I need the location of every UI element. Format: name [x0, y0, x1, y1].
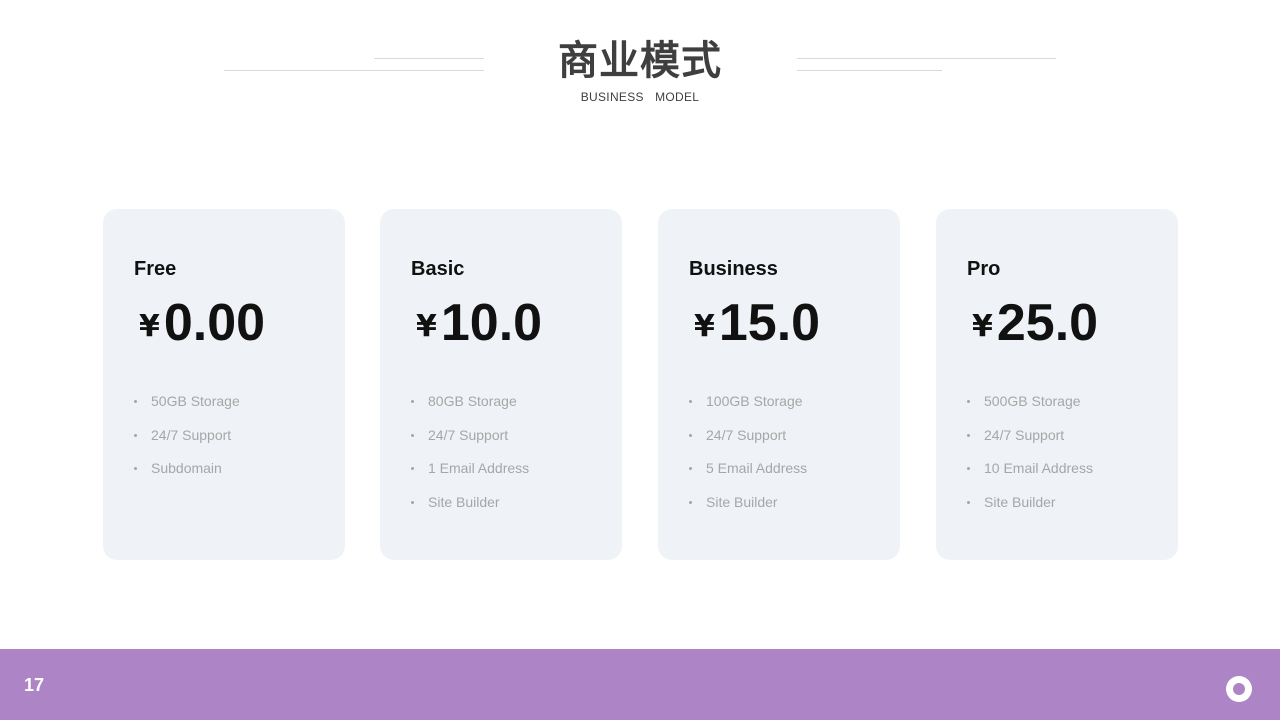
bullet-icon — [134, 467, 137, 471]
bullet-icon — [967, 501, 970, 505]
bullet-icon — [411, 501, 414, 505]
plan-price: ¥10.0 — [416, 293, 542, 353]
feature-label: 24/7 Support — [151, 426, 232, 443]
feature-item: 24/7 Support — [966, 425, 1093, 459]
feature-list: 80GB Storage 24/7 Support 1 Email Addres… — [410, 391, 529, 526]
feature-label: 1 Email Address — [428, 460, 530, 477]
feature-item: Subdomain — [133, 458, 240, 492]
price-amount: 15.0 — [718, 294, 821, 352]
bullet-icon — [689, 433, 692, 437]
bullet-icon — [967, 400, 970, 403]
feature-label: 10 Email Address — [984, 460, 1093, 477]
price-amount: 25.0 — [996, 294, 1099, 352]
feature-label: Site Builder — [984, 494, 1056, 511]
bullet-icon — [689, 400, 692, 403]
feature-list: 100GB Storage 24/7 Support 5 Email Addre… — [688, 391, 807, 526]
feature-label: 80GB Storage — [428, 393, 517, 409]
feature-item: 24/7 Support — [410, 425, 529, 459]
feature-item: 100GB Storage — [688, 391, 807, 425]
bullet-icon — [967, 467, 970, 471]
currency-symbol: ¥ — [694, 309, 715, 344]
plan-name: Free — [134, 258, 177, 280]
feature-label: 500GB Storage — [984, 393, 1081, 409]
plan-price: ¥0.00 — [139, 293, 265, 353]
slide: 商业模式 BUSINESS MODEL Free ¥0.00 50GB Stor… — [0, 0, 1280, 720]
feature-item: 80GB Storage — [410, 391, 529, 425]
feature-label: 5 Email Address — [706, 460, 808, 477]
bullet-icon — [134, 400, 137, 403]
feature-label: 50GB Storage — [151, 393, 240, 409]
pricing-card-free[interactable]: Free ¥0.00 50GB Storage 24/7 Support Sub… — [103, 209, 345, 560]
price-amount: 0.00 — [163, 294, 266, 352]
feature-item: Site Builder — [410, 492, 529, 526]
feature-item: 1 Email Address — [410, 458, 529, 492]
price-amount: 10.0 — [440, 294, 543, 352]
page-number: 17 — [24, 675, 45, 695]
currency-symbol: ¥ — [139, 309, 160, 344]
feature-label: 24/7 Support — [706, 426, 787, 443]
feature-label: Site Builder — [428, 494, 500, 511]
bullet-icon — [134, 433, 137, 437]
pricing-card-pro[interactable]: Pro ¥25.0 500GB Storage 24/7 Support 10 … — [936, 209, 1178, 560]
feature-item: Site Builder — [688, 492, 807, 526]
bullet-icon — [411, 400, 414, 403]
bullet-icon — [411, 467, 414, 471]
feature-label: Site Builder — [706, 494, 778, 511]
footer-bar: 17 — [0, 649, 1280, 720]
feature-list: 50GB Storage 24/7 Support Subdomain — [133, 391, 240, 492]
page-subtitle: BUSINESS MODEL — [580, 90, 700, 104]
pricing-card-basic[interactable]: Basic ¥10.0 80GB Storage 24/7 Support 1 … — [380, 209, 622, 560]
feature-item: 50GB Storage — [133, 391, 240, 425]
bullet-icon — [411, 433, 414, 437]
feature-label: Subdomain — [151, 460, 222, 477]
feature-list: 500GB Storage 24/7 Support 10 Email Addr… — [966, 391, 1093, 526]
feature-item: 24/7 Support — [133, 425, 240, 459]
pricing-card-business[interactable]: Business ¥15.0 100GB Storage 24/7 Suppor… — [658, 209, 900, 560]
feature-item: 500GB Storage — [966, 391, 1093, 425]
ring-icon — [1226, 676, 1252, 702]
bullet-icon — [967, 433, 970, 437]
plan-price: ¥15.0 — [694, 293, 820, 353]
plan-price: ¥25.0 — [972, 293, 1098, 353]
currency-symbol: ¥ — [972, 309, 993, 344]
feature-item: 24/7 Support — [688, 425, 807, 459]
feature-item: 5 Email Address — [688, 458, 807, 492]
feature-label: 100GB Storage — [706, 393, 803, 409]
currency-symbol: ¥ — [416, 309, 437, 344]
feature-item: 10 Email Address — [966, 458, 1093, 492]
feature-label: 24/7 Support — [984, 426, 1065, 443]
feature-item: Site Builder — [966, 492, 1093, 526]
plan-name: Business — [689, 258, 778, 280]
bullet-icon — [689, 501, 692, 505]
bullet-icon — [689, 467, 692, 471]
feature-label: 24/7 Support — [428, 426, 509, 443]
plan-name: Basic — [411, 258, 465, 280]
page-title: 商业模式 — [558, 38, 722, 84]
plan-name: Pro — [967, 258, 1001, 280]
